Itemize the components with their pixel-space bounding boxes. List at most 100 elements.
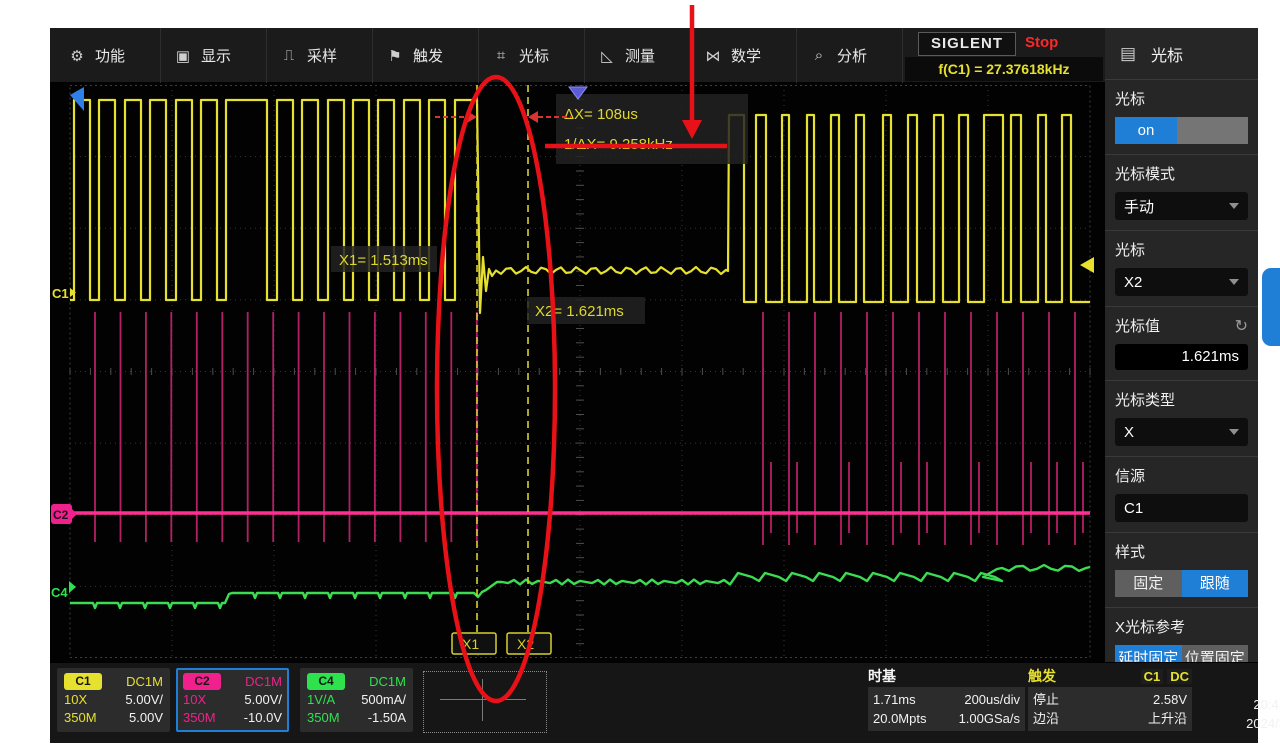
analyze-icon: ⌕ [810, 47, 828, 64]
oscilloscope-screen: ⚙功能 ▣显示 ⎍采样 ⚑触发 ⌗光标 ◺测量 ⋈数学 ⌕分析 SIGLENT … [50, 28, 1258, 742]
siglent-logo: SIGLENT [918, 32, 1016, 56]
bandwidth-value: 350M [307, 709, 340, 727]
menu-label: 采样 [307, 45, 337, 66]
menu-bar: ⚙功能 ▣显示 ⎍采样 ⚑触发 ⌗光标 ◺测量 ⋈数学 ⌕分析 SIGLENT … [50, 28, 1105, 83]
menu-label: 测量 [625, 45, 655, 66]
timebase-samplerate: 1.00GSa/s [959, 709, 1020, 728]
cursor-type-label: 光标类型 [1115, 389, 1175, 410]
offset-value: -10.0V [244, 709, 282, 727]
gear-icon: ⚙ [68, 47, 86, 65]
cursor-value-section: 光标值 ↻ 1.621ms [1105, 307, 1258, 381]
zoom-preview-box[interactable] [423, 671, 547, 733]
source-dropdown[interactable]: C1 [1115, 494, 1248, 522]
arrow-right-icon [467, 111, 477, 123]
coupling-value: DC1M [245, 674, 282, 689]
channel-badge: C4 [307, 673, 345, 690]
style-section: 样式 固定 跟随 [1105, 533, 1258, 608]
waveform-display[interactable]: C1 C2 C4 ΔX= 108us 1/ΔX= 9.258kHz X1= 1.… [50, 83, 1105, 662]
x1-readout: X1= 1.513ms [339, 252, 428, 269]
menu-label: 触发 [413, 45, 443, 66]
cursor-select-label: 光标 [1115, 239, 1145, 260]
c4-channel-marker[interactable]: C4 [51, 585, 68, 600]
channel-box-c1[interactable]: C1 DC1M 10X5.00V/ 350M5.00V [57, 668, 170, 732]
scale-value: 5.00V/ [244, 691, 282, 709]
style-option-fixed[interactable]: 固定 [1115, 570, 1182, 597]
frequency-counter: f(C1) = 27.37618kHz [905, 57, 1103, 81]
trigger-status: 停止 [1033, 690, 1059, 709]
style-label: 样式 [1115, 541, 1145, 562]
left-edge-marker[interactable] [70, 87, 84, 111]
timebase-block[interactable]: 时基 1.71ms200us/div 20.0Mpts1.00GSa/s [868, 667, 1025, 731]
probe-value: 1V/A [307, 691, 335, 709]
cursor-type-value: X [1124, 424, 1134, 441]
channel-box-c4[interactable]: C4 DC1M 1V/A500mA/ 350M-1.50A [300, 668, 413, 732]
cursor-toggle-section: 光标 on [1105, 80, 1258, 155]
c1-channel-marker[interactable]: C1 [52, 286, 69, 301]
toggle-on-option[interactable]: on [1115, 117, 1177, 144]
menu-label: 光标 [519, 45, 549, 66]
menu-item-acquire[interactable]: ⎍采样 [267, 28, 373, 83]
waveforms [70, 100, 1090, 608]
timebase-delay: 1.71ms [873, 690, 916, 709]
cursor-on-off-toggle[interactable]: on [1115, 117, 1248, 144]
trigger-block[interactable]: 触发 C1DC 停止2.58V 边沿上升沿 [1028, 667, 1192, 731]
cursor-type-dropdown[interactable]: X [1115, 418, 1248, 446]
timebase-label: 时基 [868, 666, 896, 686]
menu-item-analyze[interactable]: ⌕ 分析 [797, 28, 903, 83]
refresh-icon[interactable]: ↻ [1235, 316, 1248, 336]
source-value: C1 [1124, 500, 1143, 517]
menu-item-measure[interactable]: ◺ 测量 [585, 28, 691, 83]
panel-header: ▤ 光标 [1105, 28, 1258, 80]
trigger-source: C1 [1141, 669, 1164, 684]
x-reference-label: X光标参考 [1115, 616, 1185, 637]
menu-label: 分析 [837, 45, 867, 66]
side-pull-tab[interactable] [1262, 268, 1280, 346]
cursor-mode-dropdown[interactable]: 手动 [1115, 192, 1248, 220]
c2-channel-marker: C2 [53, 508, 69, 522]
menu-item-display[interactable]: ▣显示 [161, 28, 267, 83]
toggle-off-option[interactable] [1177, 117, 1248, 144]
time-display: 20:41:30 [1180, 695, 1280, 714]
cursor-toggle-label: 光标 [1115, 88, 1145, 109]
chevron-down-icon [1229, 429, 1239, 435]
bandwidth-value: 350M [183, 709, 216, 727]
cursor-select-section: 光标 X2 [1105, 231, 1258, 307]
cursor-mode-section: 光标模式 手动 [1105, 155, 1258, 231]
coupling-value: DC1M [369, 674, 406, 689]
cursor-mode-value: 手动 [1124, 196, 1154, 217]
bandwidth-value: 350M [64, 709, 97, 727]
cursor-mode-label: 光标模式 [1115, 163, 1175, 184]
math-icon: ⋈ [704, 47, 722, 65]
cursor-grid-icon: ⌗ [492, 47, 510, 64]
cursor-select-dropdown[interactable]: X2 [1115, 268, 1248, 296]
panel-title: 光标 [1151, 42, 1183, 66]
coupling-value: DC1M [126, 674, 163, 689]
trigger-type: 边沿 [1033, 709, 1059, 728]
timebase-memory: 20.0Mpts [873, 709, 926, 728]
cursor-flag-x1[interactable]: X1 [452, 633, 496, 654]
cursor-value-label: 光标值 [1115, 315, 1160, 336]
source-label: 信源 [1115, 465, 1145, 486]
delta-x-readout: ΔX= 108us [564, 106, 638, 123]
menu-label: 功能 [95, 45, 125, 66]
crosshair-icon [440, 699, 526, 700]
trigger-level-marker[interactable] [1080, 257, 1094, 273]
channel-box-c2[interactable]: C2 DC1M 10X5.00V/ 350M-10.0V [176, 668, 289, 732]
status-bar: C1 DC1M 10X5.00V/ 350M5.00V C2 DC1M 10X5… [50, 662, 1258, 743]
offset-value: 5.00V [129, 709, 163, 727]
arrow-left-icon [528, 111, 538, 123]
menu-item-math[interactable]: ⋈数学 [691, 28, 797, 83]
c2-marker-arrow-icon [72, 509, 77, 519]
measure-icon: ◺ [598, 47, 616, 65]
style-option-follow[interactable]: 跟随 [1182, 570, 1249, 597]
cursor-value-field[interactable]: 1.621ms [1115, 344, 1248, 370]
scale-value: 500mA/ [361, 691, 406, 709]
menu-item-cursor[interactable]: ⌗ 光标 [479, 28, 585, 83]
menu-item-function[interactable]: ⚙ 功能 [55, 28, 161, 83]
style-segmented: 固定 跟随 [1115, 570, 1248, 597]
cursor-flag-x2[interactable]: X2 [507, 633, 551, 654]
list-icon: ▤ [1119, 44, 1137, 64]
menu-item-trigger[interactable]: ⚑触发 [373, 28, 479, 83]
c2-spikes-trace [95, 312, 1083, 545]
clock-block: 20:41:30 2024/3/21 [1180, 667, 1280, 733]
